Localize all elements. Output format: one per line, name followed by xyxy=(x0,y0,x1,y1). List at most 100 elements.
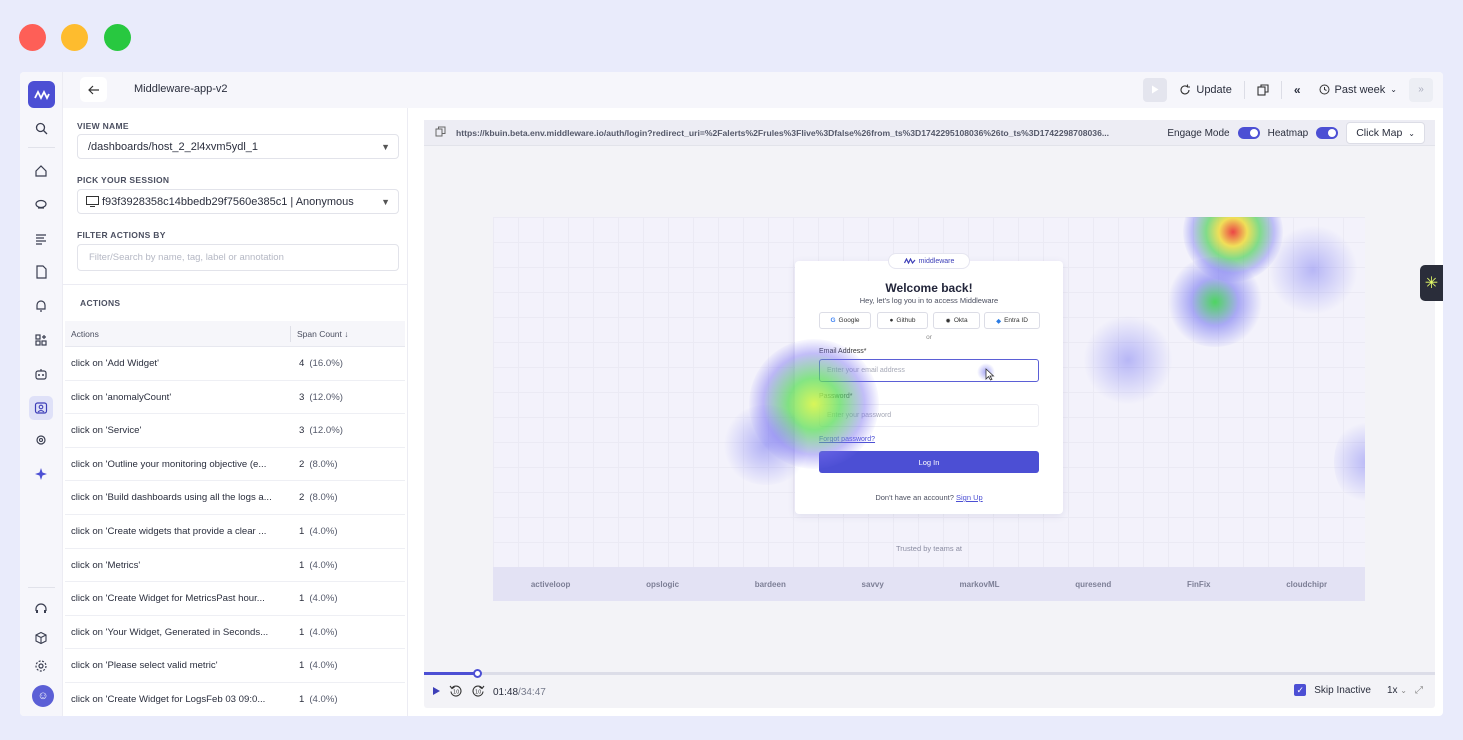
click-map-select[interactable]: Click Map ⌄ xyxy=(1346,122,1425,144)
fullscreen-icon[interactable]: ⤢ xyxy=(1415,685,1423,696)
avatar[interactable]: ☺ xyxy=(32,685,54,707)
action-name: click on 'Build dashboards using all the… xyxy=(71,492,272,504)
chevron-down-icon: ▼ xyxy=(381,142,390,152)
actions-title: ACTIONS xyxy=(80,298,121,308)
bot-icon[interactable] xyxy=(31,364,51,384)
copy-url-icon[interactable] xyxy=(435,126,446,139)
table-row[interactable]: click on 'Please select valid metric' 1 (4… xyxy=(65,649,405,683)
action-name: click on 'Create Widget for LogsFeb 03 0… xyxy=(71,694,266,705)
filter-input[interactable]: Filter/Search by name, tag, label or ann… xyxy=(77,244,399,271)
action-name: click on 'Outline your monitoring object… xyxy=(71,458,267,470)
rewind-10-icon[interactable]: 10 xyxy=(449,684,463,701)
click-map-label: Click Map xyxy=(1356,127,1403,139)
customer-logo: activeloop xyxy=(530,579,571,589)
table-row[interactable]: click on 'Service' 3 (12.0%) xyxy=(65,414,405,448)
google-icon: G xyxy=(830,317,836,324)
copy-icon xyxy=(1257,83,1269,96)
table-row[interactable]: click on 'Create widgets that provide a … xyxy=(65,515,405,549)
signup-link[interactable]: Sign Up xyxy=(956,493,983,502)
chevron-down-icon: ⌄ xyxy=(1390,85,1397,94)
skip-inactive-checkbox[interactable]: ✓ xyxy=(1294,684,1307,696)
table-row[interactable]: click on 'Your Widget, Generated in Seco… xyxy=(65,616,405,650)
forgot-password-link[interactable]: Forgot password? xyxy=(819,436,875,443)
entra-sso-button[interactable]: ◆ Entra ID xyxy=(984,312,1040,329)
logo-icon[interactable] xyxy=(28,81,55,108)
okta-sso-button[interactable]: ✹ Okta xyxy=(933,312,980,329)
playback-progress[interactable] xyxy=(424,669,1435,678)
table-row[interactable]: click on 'Create Widget for LogsFeb 03 0… xyxy=(65,683,405,716)
apm-icon[interactable] xyxy=(31,262,51,282)
email-field[interactable]: Enter your email address xyxy=(819,359,1039,382)
app-window: ☺ Middleware-app-v2 Update « Past week ⌄… xyxy=(20,72,1443,716)
table-row[interactable]: click on 'Outline your monitoring object… xyxy=(65,448,405,482)
github-sso-button[interactable]: ● Github xyxy=(877,312,928,329)
middleware-logo-icon xyxy=(903,258,916,264)
customer-logo: savvy xyxy=(861,579,884,589)
range-back-button[interactable]: « xyxy=(1288,78,1307,102)
dashboards-icon[interactable] xyxy=(31,330,51,350)
range-forward-button[interactable]: » xyxy=(1409,77,1433,102)
trusted-text: Trusted by teams at xyxy=(896,544,962,553)
engage-mode-toggle[interactable] xyxy=(1237,127,1260,139)
span-count: 4 (16.0%) xyxy=(299,358,343,369)
view-name-select[interactable]: /dashboards/host_2_2l4xvm5ydl_1 ▼ xyxy=(77,134,399,159)
customer-logo: FinFix xyxy=(1186,579,1211,589)
chevron-down-icon: ⌄ xyxy=(1400,685,1407,695)
settings-cog-icon[interactable] xyxy=(31,430,51,450)
span-count: 2 (8.0%) xyxy=(299,458,338,470)
action-name: click on 'Your Widget, Generated in Seco… xyxy=(71,626,269,638)
welcome-subtitle: Hey, let's log you in to access Middlewa… xyxy=(859,296,999,305)
back-button[interactable] xyxy=(80,77,107,102)
or-divider: or xyxy=(926,334,932,341)
support-icon[interactable] xyxy=(31,599,51,619)
minimize-window-button[interactable] xyxy=(61,24,88,51)
time-range-select[interactable]: Past week ⌄ xyxy=(1313,78,1403,102)
col-span-count-header[interactable]: Span Count ↓ xyxy=(297,329,349,339)
infrastructure-icon[interactable] xyxy=(31,195,51,215)
arrow-left-icon xyxy=(87,85,99,94)
heatmap-toggle[interactable] xyxy=(1316,127,1339,139)
logs-icon[interactable] xyxy=(31,229,51,249)
col-actions-header[interactable]: Actions xyxy=(71,329,99,339)
ai-sparkle-icon[interactable] xyxy=(31,464,51,484)
table-row[interactable]: click on 'Create Widget for MetricsPast … xyxy=(65,582,405,616)
gear-icon[interactable] xyxy=(31,656,51,676)
okta-icon: ✹ xyxy=(945,317,951,325)
home-icon[interactable] xyxy=(31,161,51,181)
double-chevron-left-icon: « xyxy=(1293,82,1301,97)
alerts-icon[interactable] xyxy=(31,296,51,316)
table-row[interactable]: click on 'Build dashboards using all the… xyxy=(65,481,405,515)
speed-select[interactable]: 1x ⌄ xyxy=(1387,685,1407,696)
forward-10-icon[interactable]: 10 xyxy=(471,684,485,701)
progress-handle[interactable] xyxy=(472,669,482,678)
span-count: 1 (4.0%) xyxy=(299,593,338,605)
close-window-button[interactable] xyxy=(19,24,46,51)
table-row[interactable]: click on 'Add Widget' 4 (16.0%) xyxy=(65,347,405,381)
rum-icon[interactable] xyxy=(29,396,53,420)
url-bar: https://kbuin.beta.env.middleware.io/aut… xyxy=(424,120,1435,146)
login-button[interactable]: Log In xyxy=(819,451,1039,473)
playback-controls: 10 10 01:48/34:47 ✓ Skip Inactive 1x ⌄ ⤢ xyxy=(424,678,1435,708)
sort-arrow-icon: ↓ xyxy=(344,329,349,339)
play-icon[interactable] xyxy=(432,686,441,699)
session-select[interactable]: f93f3928358c14bbedb29f7560e385c1 | Anony… xyxy=(77,189,399,214)
cursor-icon xyxy=(985,368,995,381)
action-name: click on 'Service' xyxy=(71,425,142,437)
span-count: 3 (12.0%) xyxy=(299,425,343,437)
table-row[interactable]: click on 'anomalyCount' 3 (12.0%) xyxy=(65,381,405,415)
update-button[interactable]: Update xyxy=(1173,78,1237,102)
copy-button[interactable] xyxy=(1251,78,1275,102)
package-icon[interactable] xyxy=(31,628,51,648)
play-button[interactable] xyxy=(1143,77,1168,102)
maximize-window-button[interactable] xyxy=(104,24,131,51)
replay-stage[interactable]: Trusted by teams at activeloop opslogic ba… xyxy=(493,217,1365,601)
play-icon xyxy=(1152,85,1159,94)
assistant-widget-icon[interactable]: ✳ xyxy=(1420,265,1443,301)
password-field[interactable]: Enter your password xyxy=(819,404,1039,427)
table-row[interactable]: click on 'Metrics' 1 (4.0%) xyxy=(65,549,405,583)
github-icon: ● xyxy=(889,317,894,324)
google-sso-button[interactable]: G Google xyxy=(819,312,871,329)
filter-label: FILTER ACTIONS BY xyxy=(77,230,166,240)
search-icon[interactable] xyxy=(31,118,51,138)
chevron-down-icon: ▼ xyxy=(381,197,390,207)
